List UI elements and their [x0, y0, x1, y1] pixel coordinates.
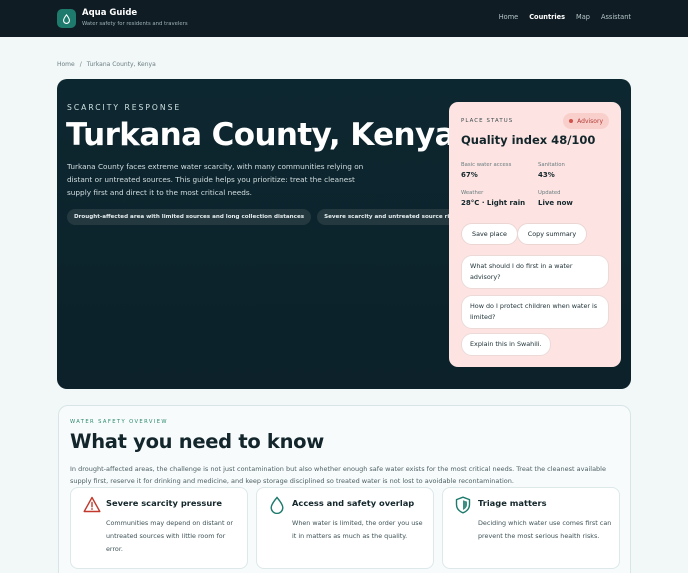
stat-sanitation: Sanitation 43%: [538, 162, 565, 179]
suggested-prompt[interactable]: How do I protect children when water is …: [461, 295, 609, 329]
suggested-prompt[interactable]: Explain this in Swahili.: [461, 333, 551, 356]
water-safety-overview: WATER SAFETY OVERVIEW What you need to k…: [58, 405, 631, 573]
status-dot-icon: [569, 119, 574, 123]
tag-chip: Severe scarcity and untreated source ris…: [317, 209, 464, 225]
feature-description: Communities may depend on distant or unt…: [106, 519, 234, 553]
overview-title: What you need to know: [70, 430, 324, 453]
stat-value: 43%: [538, 171, 555, 179]
feature-card: Severe scarcity pressure Communities may…: [70, 487, 248, 569]
feature-title: Severe scarcity pressure: [106, 498, 222, 508]
overview-eyebrow: WATER SAFETY OVERVIEW: [70, 419, 168, 425]
brand-name[interactable]: Aqua Guide: [82, 8, 137, 18]
feature-card: Access and safety overlap When water is …: [256, 487, 434, 569]
stat-basic-water-access: Basic water access 67%: [461, 162, 511, 179]
water-drop-icon: [270, 496, 284, 514]
page-title: Turkana County, Kenya: [66, 117, 455, 153]
stat-value: Live now: [538, 199, 573, 207]
hero-eyebrow: SCARCITY RESPONSE: [67, 103, 182, 112]
water-drop-icon: [63, 13, 70, 24]
stat-label: Basic water access: [461, 162, 512, 168]
nav-map[interactable]: Map: [576, 13, 590, 21]
stat-label: Sanitation: [538, 162, 565, 168]
hero-tags: Drought-affected area with limited sourc…: [67, 209, 464, 225]
brand-tagline: Water safety for residents and travelers: [82, 21, 188, 27]
quality-index: Quality index 48/100: [461, 133, 596, 147]
feature-card: Triage matters Deciding which water use …: [442, 487, 620, 569]
breadcrumb-separator: /: [79, 61, 82, 68]
top-navigation-bar: Aqua Guide Water safety for residents an…: [0, 0, 688, 37]
advisory-badge-label: Advisory: [577, 117, 603, 125]
breadcrumb: Home / Turkana County, Kenya: [57, 61, 156, 68]
stat-label: Updated: [538, 190, 561, 196]
tag-chip: Drought-affected area with limited sourc…: [67, 209, 312, 225]
stat-label: Weather: [461, 190, 484, 196]
nav-countries[interactable]: Countries: [529, 13, 565, 21]
suggested-prompt[interactable]: What should I do first in a water adviso…: [461, 255, 609, 289]
place-status-card: PLACE STATUS Advisory Quality index 48/1…: [449, 102, 621, 367]
advisory-badge: Advisory: [563, 113, 609, 129]
nav-assistant[interactable]: Assistant: [601, 13, 631, 21]
save-place-button[interactable]: Save place: [461, 223, 518, 245]
feature-description: Deciding which water use comes first can…: [478, 519, 612, 540]
shield-icon: [455, 496, 471, 514]
stat-value: 67%: [461, 171, 478, 179]
breadcrumb-home[interactable]: Home: [57, 61, 75, 68]
feature-title: Access and safety overlap: [292, 498, 415, 508]
hero-description: Turkana County faces extreme water scarc…: [67, 162, 364, 197]
feature-description: When water is limited, the order you use…: [292, 519, 423, 540]
main-nav: Home Countries Map Assistant: [499, 13, 631, 21]
breadcrumb-current: Turkana County, Kenya: [86, 61, 156, 68]
nav-home[interactable]: Home: [499, 13, 518, 21]
status-label: PLACE STATUS: [461, 118, 514, 124]
stat-updated: Updated Live now: [538, 190, 573, 207]
stat-value: 28°C · Light rain: [461, 199, 526, 207]
stat-weather: Weather 28°C · Light rain: [461, 190, 525, 207]
logo[interactable]: [57, 9, 76, 28]
overview-description: In drought-affected areas, the challenge…: [70, 465, 606, 485]
feature-title: Triage matters: [478, 498, 547, 508]
copy-summary-button[interactable]: Copy summary: [517, 223, 587, 245]
warning-triangle-icon: [83, 496, 101, 513]
